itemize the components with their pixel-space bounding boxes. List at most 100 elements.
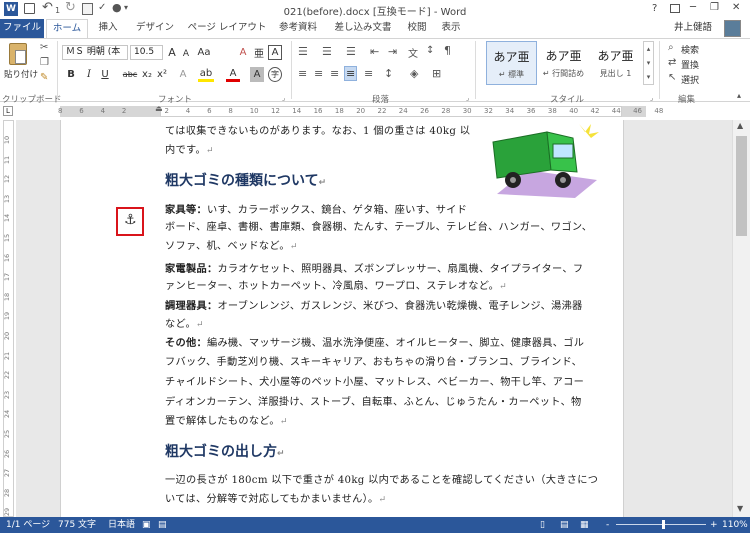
zoom-out-button[interactable]: - [606, 517, 609, 533]
italic-button[interactable]: I [82, 67, 96, 82]
multilevel-list-icon[interactable]: ☰ [346, 45, 356, 58]
asian-layout-icon[interactable]: 文 [408, 45, 418, 60]
body-line[interactable]: フバック、手動芝刈り機、スキーキャリア、おもちゃの滑り台・ブランコ、ブラインド、 [165, 354, 615, 372]
enclose-char-button[interactable]: 字 [268, 67, 282, 82]
cut-icon[interactable]: ✂ [40, 42, 48, 53]
garbage-truck-image[interactable] [487, 124, 607, 198]
sort-icon[interactable]: ↕ [426, 45, 434, 56]
line-spacing-icon[interactable]: ↕ [384, 67, 393, 80]
style-normal[interactable]: あア亜 ↵ 標準 [486, 41, 537, 85]
tab-insert[interactable]: 挿入 [92, 19, 124, 38]
style-no-spacing[interactable]: あア亜 ↵ 行間詰め [538, 41, 589, 85]
increase-indent-icon[interactable]: ⇥ [388, 45, 397, 58]
justify-icon[interactable]: ≡ [344, 66, 358, 81]
body-line[interactable]: ァンヒーター、ホットカーペット、冷風扇、ワープロ、ステレオなど。↵ [165, 278, 615, 296]
find-icon[interactable]: ⌕ [668, 42, 674, 53]
heading-howto[interactable]: 粗大ゴミの出し方↵ [165, 441, 285, 461]
font-color-button[interactable]: A [226, 67, 240, 82]
change-case-button[interactable]: Aa [196, 45, 212, 60]
print-layout-icon[interactable]: ▤ [560, 517, 569, 533]
tab-file[interactable]: ファイル [0, 19, 44, 38]
superscript-button[interactable]: x² [155, 67, 169, 82]
replace-button-label[interactable]: 置換 [681, 58, 699, 71]
web-layout-icon[interactable]: ▦ [580, 517, 589, 533]
heading-types[interactable]: 粗大ゴミの種類について↵ [165, 170, 326, 190]
ribbon-display-button[interactable] [670, 4, 680, 13]
highlight-button[interactable]: ab [198, 67, 214, 82]
bold-button[interactable]: B [64, 67, 78, 82]
body-line[interactable]: ディオンカーテン、洋服掛け、ストーブ、自転車、ふとん、じゅうたん・カーペット、物 [165, 394, 615, 412]
font-size-combo[interactable]: 10.5 [130, 45, 163, 60]
font-dialog-launcher-icon[interactable]: ⌟ [282, 94, 285, 102]
language-indicator[interactable]: 日本語 [108, 517, 135, 533]
undo-icon[interactable]: ↶ [42, 0, 53, 15]
font-name-combo[interactable]: ＭＳ 明朝 (本 [62, 45, 128, 60]
scroll-up-icon[interactable]: ▲ [737, 121, 743, 130]
page-count[interactable]: 1/1 ページ [6, 517, 50, 533]
zoom-in-button[interactable]: + [710, 517, 718, 533]
clear-formatting-button[interactable]: A [236, 45, 250, 60]
minimize-button[interactable]: ─ [690, 2, 696, 13]
replace-icon[interactable]: ⇄ [668, 57, 676, 68]
word-app-icon[interactable]: W [4, 2, 18, 16]
print-preview-icon[interactable] [82, 3, 93, 15]
shrink-font-button[interactable]: A [180, 46, 192, 61]
account-name[interactable]: 井上健語 [666, 19, 720, 38]
numbering-icon[interactable]: ☰ [322, 45, 332, 58]
body-line[interactable]: いては、分解等で対応してもかまいません）。↵ [165, 491, 615, 509]
char-border-button[interactable]: A [268, 45, 282, 60]
show-marks-icon[interactable]: ¶ [444, 44, 451, 57]
macro-icon[interactable]: ▤ [158, 517, 167, 533]
restore-button[interactable]: ❐ [710, 2, 719, 13]
save-icon[interactable] [24, 3, 35, 14]
style-heading-1[interactable]: あア亜 見出し 1 [590, 41, 641, 85]
tab-references[interactable]: 参考資料 [272, 19, 324, 38]
body-line[interactable]: ボード、座卓、書棚、書庫類、食器棚、たんす、テーブル、テレビ台、ハンガー、ワゴン… [165, 219, 615, 237]
body-line[interactable]: 置で解体したものなど。↵ [165, 413, 615, 431]
scroll-down-icon[interactable]: ▼ [737, 504, 743, 513]
body-line[interactable]: 一辺の長さが 180cm 以下で重さが 40kg 以内であることを確認してくださ… [165, 472, 615, 490]
bullets-icon[interactable]: ☰ [298, 45, 308, 58]
select-icon[interactable]: ↖ [668, 72, 676, 83]
qat-customize-icon[interactable]: ▾ [124, 3, 128, 12]
selection-handle-box[interactable]: ⚓ [116, 207, 144, 236]
proofing-icon[interactable]: ▣ [142, 517, 151, 533]
tab-view[interactable]: 表示 [436, 19, 466, 38]
select-button-label[interactable]: 選択 [681, 73, 699, 86]
zoom-slider[interactable] [616, 524, 706, 525]
paragraph-dialog-launcher-icon[interactable]: ⌟ [466, 94, 469, 102]
decrease-indent-icon[interactable]: ⇤ [370, 45, 379, 58]
tab-home[interactable]: ホーム [46, 19, 88, 39]
text-effects-button[interactable]: A [176, 67, 190, 82]
phonetic-guide-button[interactable]: 亜 [252, 45, 266, 60]
document-area[interactable]: ては収集できないものがあります。なお、1 個の重さは 40kg 以 内です。↵ … [16, 120, 732, 517]
align-left-icon[interactable]: ≡ [298, 67, 307, 80]
styles-scroll-icon[interactable]: ▴ ▾ ▾ [643, 41, 654, 85]
shading-icon[interactable]: ◈ [410, 67, 418, 80]
read-mode-icon[interactable]: ▯ [540, 517, 545, 533]
align-center-icon[interactable]: ≡ [314, 67, 323, 80]
find-button-label[interactable]: 検索 [681, 43, 699, 56]
touch-mode-icon[interactable]: ● [112, 1, 122, 14]
horizontal-ruler[interactable]: L ⏏ 8 6 4 2 2 4 6 8 10 12 14 16 18 20 22 24 26 28 30 32 34 36… [0, 103, 750, 120]
close-button[interactable]: ✕ [732, 2, 740, 13]
zoom-level[interactable]: 110% [722, 517, 748, 533]
tab-design[interactable]: デザイン [130, 19, 180, 38]
vertical-scrollbar[interactable]: ▲ ▼ [732, 120, 750, 517]
redo-icon[interactable]: ↻ [65, 0, 76, 15]
body-line[interactable]: 調理器具：オーブンレンジ、ガスレンジ、米びつ、食器洗い乾燥機、電子レンジ、湯沸器 [165, 297, 615, 315]
word-count[interactable]: 775 文字 [58, 517, 96, 533]
body-line[interactable]: など。↵ [165, 316, 615, 334]
underline-button[interactable]: U [98, 67, 112, 82]
paste-icon[interactable] [9, 43, 27, 65]
body-line[interactable]: その他：編み機、マッサージ機、温水洗浄便座、オイルヒーター、脚立、健康器具、ゴル [165, 334, 615, 352]
styles-dialog-launcher-icon[interactable]: ⌟ [650, 94, 653, 102]
spell-check-icon[interactable]: ✓ [98, 2, 106, 13]
distributed-icon[interactable]: ≡ [364, 67, 373, 80]
borders-icon[interactable]: ⊞ [432, 67, 441, 80]
vertical-ruler[interactable]: 10 11 12 13 14 15 16 17 18 19 20 21 22 23 24 25 26 27 28 29 [0, 120, 16, 517]
char-shading-button[interactable]: A [250, 67, 264, 82]
subscript-button[interactable]: x₂ [140, 67, 154, 82]
body-line[interactable]: 家電製品：カラオケセット、照明器具、ズボンプレッサー、扇風機、タイプライター、フ [165, 260, 615, 278]
collapse-ribbon-icon[interactable]: ▴ [737, 91, 741, 100]
